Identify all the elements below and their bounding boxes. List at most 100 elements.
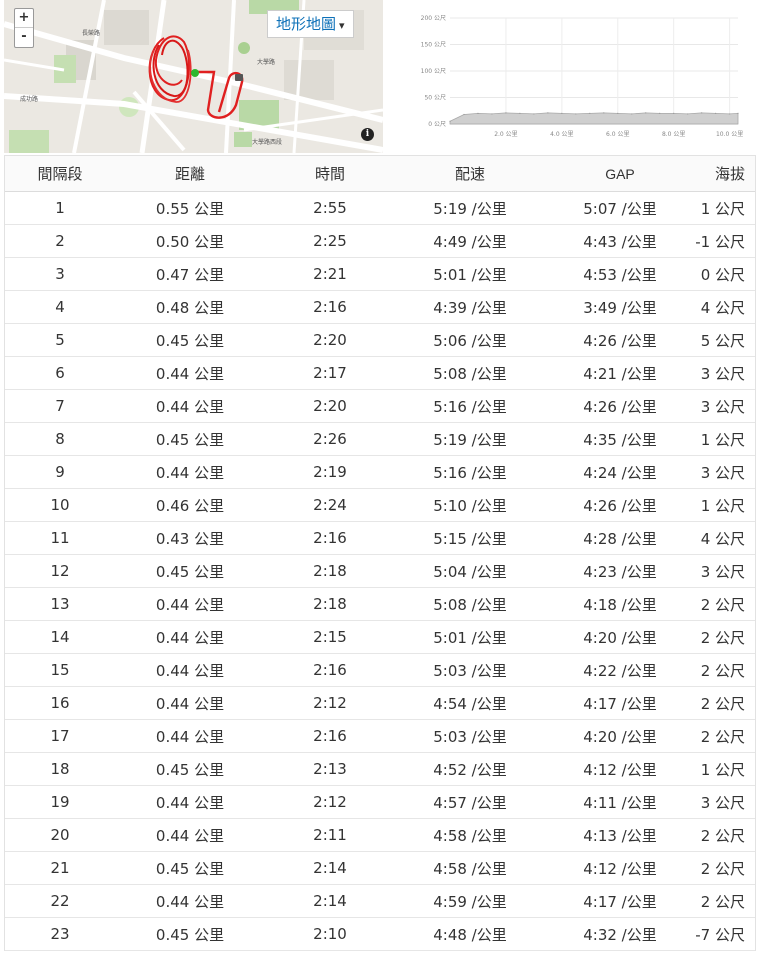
info-icon[interactable]: i	[361, 128, 374, 141]
split-number: 6	[55, 364, 65, 382]
table-row[interactable]: 12 0.45 公里 2:18 5:04 /公里 4:23 /公里 3 公尺	[5, 555, 755, 588]
split-pace: 5:06 /公里	[433, 331, 507, 350]
elevation-point	[463, 113, 465, 116]
activity-overview: 長榮路 成功路 大學路 大學路西段 + - 地形地圖 ▾ i 200 公尺 150 …	[0, 0, 759, 153]
table-row[interactable]: 4 0.48 公里 2:16 4:39 /公里 3:49 /公里 4 公尺	[5, 291, 755, 324]
split-number: 20	[50, 826, 70, 844]
split-time: 2:20	[313, 331, 347, 349]
elevation-point	[645, 112, 647, 114]
table-row[interactable]: 13 0.44 公里 2:18 5:08 /公里 4:18 /公里 2 公尺	[5, 588, 755, 621]
split-time: 2:18	[313, 562, 347, 580]
split-pace: 4:54 /公里	[433, 694, 507, 713]
split-distance: 0.47 公里	[155, 265, 225, 284]
zoom-out-button[interactable]: -	[15, 28, 33, 47]
table-row[interactable]: 21 0.45 公里 2:14 4:58 /公里 4:12 /公里 2 公尺	[5, 852, 755, 885]
table-row[interactable]: 14 0.44 公里 2:15 5:01 /公里 4:20 /公里 2 公尺	[5, 621, 755, 654]
split-gap: 4:12 /公里	[583, 760, 657, 779]
table-row[interactable]: 5 0.45 公里 2:20 5:06 /公里 4:26 /公里 5 公尺	[5, 324, 755, 357]
elevation-point	[561, 112, 563, 114]
split-time: 2:14	[313, 859, 347, 877]
split-pace: 4:48 /公里	[433, 925, 507, 944]
elevation-point	[533, 113, 535, 115]
x-tick-label: 8.0 公里	[662, 131, 685, 138]
table-row[interactable]: 2 0.50 公里 2:25 4:49 /公里 4:43 /公里 -1 公尺	[5, 225, 755, 258]
elevation-point	[701, 112, 703, 114]
split-distance: 0.44 公里	[155, 463, 225, 482]
split-gap: 4:26 /公里	[583, 397, 657, 416]
table-row[interactable]: 10 0.46 公里 2:24 5:10 /公里 4:26 /公里 1 公尺	[5, 489, 755, 522]
split-time: 2:16	[313, 661, 347, 679]
split-time: 2:16	[313, 727, 347, 745]
split-elevation: 2 公尺	[700, 628, 745, 647]
header-pace[interactable]: 配速	[395, 163, 545, 184]
table-row[interactable]: 7 0.44 公里 2:20 5:16 /公里 4:26 /公里 3 公尺	[5, 390, 755, 423]
split-gap: 4:20 /公里	[583, 727, 657, 746]
elevation-point	[617, 112, 619, 114]
table-row[interactable]: 19 0.44 公里 2:12 4:57 /公里 4:11 /公里 3 公尺	[5, 786, 755, 819]
elevation-point	[729, 113, 731, 115]
split-pace: 4:49 /公里	[433, 232, 507, 251]
table-row[interactable]: 1 0.55 公里 2:55 5:19 /公里 5:07 /公里 1 公尺	[5, 192, 755, 225]
split-number: 15	[50, 661, 70, 679]
y-tick-label: 0 公尺	[428, 121, 446, 128]
table-row[interactable]: 15 0.44 公里 2:16 5:03 /公里 4:22 /公里 2 公尺	[5, 654, 755, 687]
route-map[interactable]: 長榮路 成功路 大學路 大學路西段 + - 地形地圖 ▾ i	[4, 0, 383, 153]
elevation-point	[449, 120, 451, 122]
table-row[interactable]: 20 0.44 公里 2:11 4:58 /公里 4:13 /公里 2 公尺	[5, 819, 755, 852]
header-split[interactable]: 間隔段	[5, 163, 115, 184]
split-gap: 4:32 /公里	[583, 925, 657, 944]
split-distance: 0.44 公里	[155, 595, 225, 614]
split-elevation: 3 公尺	[700, 562, 745, 581]
split-time: 2:10	[313, 925, 347, 943]
x-tick-label: 2.0 公里	[494, 131, 517, 138]
split-number: 8	[55, 430, 65, 448]
split-gap: 5:07 /公里	[583, 199, 657, 218]
elevation-area	[449, 112, 739, 125]
chevron-down-icon: ▾	[339, 19, 345, 32]
elevation-point	[519, 112, 521, 114]
split-time: 2:18	[313, 595, 347, 613]
split-elevation: 0 公尺	[700, 265, 745, 284]
table-body: 1 0.55 公里 2:55 5:19 /公里 5:07 /公里 1 公尺 2 0.50 公里…	[5, 192, 755, 951]
header-time[interactable]: 時間	[265, 163, 395, 184]
split-time: 2:21	[313, 265, 347, 283]
elevation-point	[589, 112, 591, 114]
split-gap: 4:17 /公里	[583, 694, 657, 713]
split-pace: 5:16 /公里	[433, 397, 507, 416]
table-row[interactable]: 18 0.45 公里 2:13 4:52 /公里 4:12 /公里 1 公尺	[5, 753, 755, 786]
table-row[interactable]: 17 0.44 公里 2:16 5:03 /公里 4:20 /公里 2 公尺	[5, 720, 755, 753]
table-row[interactable]: 9 0.44 公里 2:19 5:16 /公里 4:24 /公里 3 公尺	[5, 456, 755, 489]
header-gap[interactable]: GAP	[545, 166, 695, 182]
elevation-point	[575, 113, 577, 115]
split-number: 17	[50, 727, 70, 745]
split-pace: 5:10 /公里	[433, 496, 507, 515]
elevation-point	[631, 113, 633, 115]
header-elevation[interactable]: 海拔	[695, 163, 755, 184]
split-time: 2:55	[313, 199, 347, 217]
table-row[interactable]: 3 0.47 公里 2:21 5:01 /公里 4:53 /公里 0 公尺	[5, 258, 755, 291]
split-distance: 0.44 公里	[155, 892, 225, 911]
split-time: 2:20	[313, 397, 347, 415]
split-time: 2:11	[313, 826, 347, 844]
split-pace: 4:58 /公里	[433, 859, 507, 878]
split-elevation: 1 公尺	[700, 430, 745, 449]
table-row[interactable]: 16 0.44 公里 2:12 4:54 /公里 4:17 /公里 2 公尺	[5, 687, 755, 720]
split-number: 10	[50, 496, 70, 514]
header-distance[interactable]: 距離	[115, 163, 265, 184]
split-distance: 0.44 公里	[155, 793, 225, 812]
map-type-dropdown[interactable]: 地形地圖 ▾	[267, 10, 354, 38]
table-row[interactable]: 23 0.45 公里 2:10 4:48 /公里 4:32 /公里 -7 公尺	[5, 918, 755, 951]
table-row[interactable]: 6 0.44 公里 2:17 5:08 /公里 4:21 /公里 3 公尺	[5, 357, 755, 390]
split-pace: 5:01 /公里	[433, 628, 507, 647]
table-row[interactable]: 11 0.43 公里 2:16 5:15 /公里 4:28 /公里 4 公尺	[5, 522, 755, 555]
split-pace: 5:04 /公里	[433, 562, 507, 581]
split-gap: 4:18 /公里	[583, 595, 657, 614]
table-row[interactable]: 8 0.45 公里 2:26 5:19 /公里 4:35 /公里 1 公尺	[5, 423, 755, 456]
split-time: 2:14	[313, 892, 347, 910]
table-row[interactable]: 22 0.44 公里 2:14 4:59 /公里 4:17 /公里 2 公尺	[5, 885, 755, 918]
split-pace: 5:03 /公里	[433, 727, 507, 746]
zoom-in-button[interactable]: +	[15, 9, 33, 28]
split-gap: 4:21 /公里	[583, 364, 657, 383]
split-number: 7	[55, 397, 65, 415]
split-pace: 4:39 /公里	[433, 298, 507, 317]
